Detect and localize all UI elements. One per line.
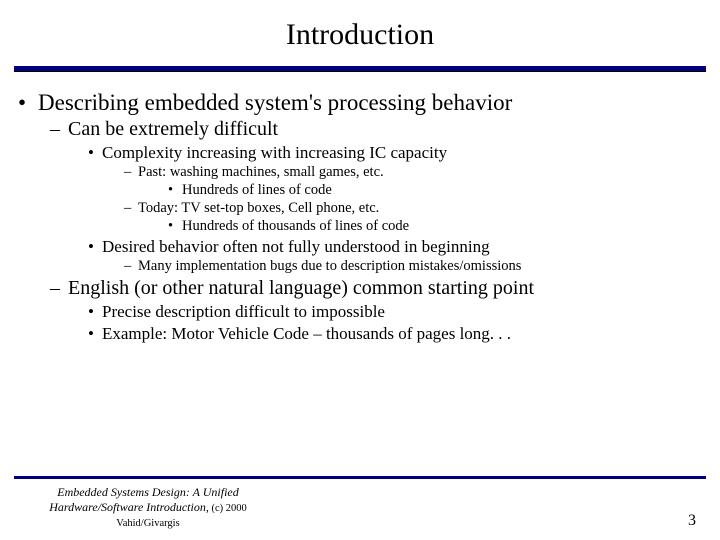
- bullet-text: Can be extremely difficult: [68, 118, 278, 140]
- bullet-l5: Hundreds of thousands of lines of code: [138, 218, 708, 235]
- bullet-text: English (or other natural language) comm…: [68, 277, 534, 299]
- bullet-text: Hundreds of lines of code: [182, 182, 332, 198]
- bullet-l4: Today: TV set-top boxes, Cell phone, etc…: [102, 200, 708, 235]
- footer: Embedded Systems Design: A Unified Hardw…: [0, 476, 720, 540]
- bullet-l3: Desired behavior often not fully underst…: [68, 237, 708, 275]
- page-number: 3: [688, 512, 696, 530]
- bullet-l2: English (or other natural language) comm…: [38, 277, 708, 344]
- bullet-l1: Describing embedded system's processing …: [12, 90, 708, 344]
- slide: Introduction Describing embedded system'…: [0, 0, 720, 540]
- bullet-l3: Complexity increasing with increasing IC…: [68, 143, 708, 235]
- bullet-text: Precise description difficult to impossi…: [102, 302, 385, 321]
- bullet-text: Example: Motor Vehicle Code – thousands …: [102, 324, 511, 343]
- footer-row: Embedded Systems Design: A Unified Hardw…: [0, 485, 720, 540]
- bullet-text: Desired behavior often not fully underst…: [102, 237, 490, 256]
- bullet-text: Hundreds of thousands of lines of code: [182, 218, 409, 234]
- bullet-text: Describing embedded system's processing …: [38, 90, 512, 115]
- slide-title: Introduction: [0, 0, 720, 66]
- bullet-text: Past: washing machines, small games, etc…: [138, 164, 384, 180]
- bullet-text: Complexity increasing with increasing IC…: [102, 143, 447, 162]
- bullet-l2: Can be extremely difficult Complexity in…: [38, 118, 708, 275]
- bullet-l3: Precise description difficult to impossi…: [68, 302, 708, 322]
- bullet-l5: Hundreds of lines of code: [138, 182, 708, 199]
- slide-content: Describing embedded system's processing …: [0, 72, 720, 344]
- bullet-text: Today: TV set-top boxes, Cell phone, etc…: [138, 200, 379, 216]
- bullet-l3: Example: Motor Vehicle Code – thousands …: [68, 324, 708, 344]
- bullet-text: Many implementation bugs due to descript…: [138, 258, 521, 274]
- bullet-l4: Past: washing machines, small games, etc…: [102, 164, 708, 199]
- footer-rule: [14, 476, 706, 479]
- bullet-l4: Many implementation bugs due to descript…: [102, 258, 708, 275]
- footer-citation: Embedded Systems Design: A Unified Hardw…: [18, 485, 278, 530]
